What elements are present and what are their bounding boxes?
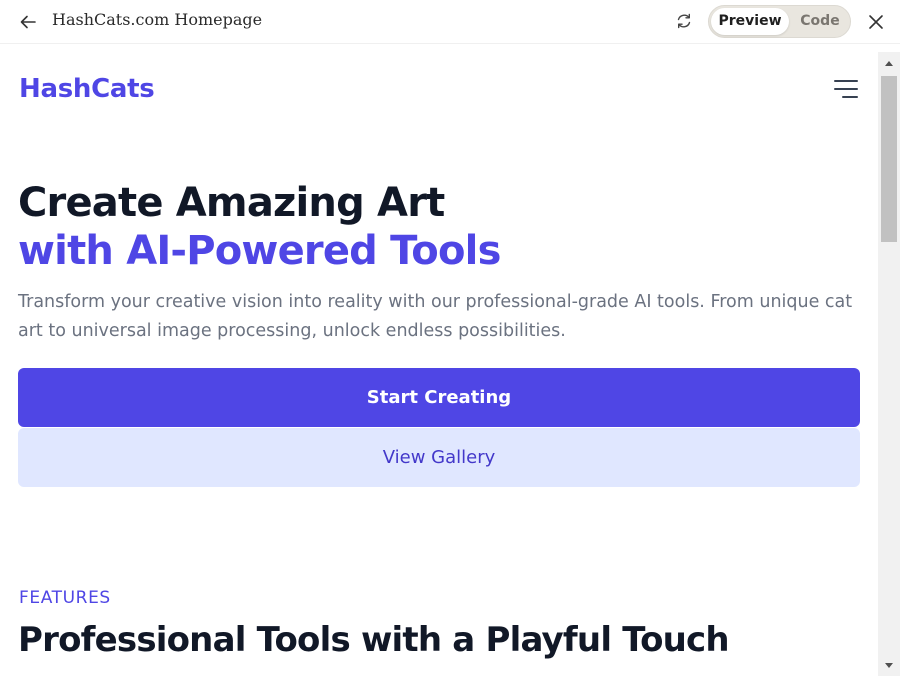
start-creating-button[interactable]: Start Creating xyxy=(18,368,860,427)
hero-description: Transform your creative vision into real… xyxy=(18,292,853,341)
scrollbar-thumb[interactable] xyxy=(881,76,897,242)
window-title: HashCats.com Homepage xyxy=(52,10,263,29)
features-title: Professional Tools with a Playful Touch xyxy=(18,620,730,660)
vertical-scrollbar[interactable] xyxy=(878,52,900,676)
arrow-left-icon[interactable] xyxy=(18,12,38,32)
scroll-down-arrow-icon[interactable] xyxy=(878,654,900,676)
preview-tab[interactable]: Preview xyxy=(711,8,789,35)
close-icon[interactable] xyxy=(866,12,886,32)
code-tab[interactable]: Code xyxy=(791,8,849,35)
features-eyebrow: FEATURES xyxy=(19,588,111,608)
view-gallery-button[interactable]: View Gallery xyxy=(18,428,860,487)
site-logo[interactable]: HashCats xyxy=(19,74,155,104)
page-preview: HashCats Create Amazing Art with AI-Powe… xyxy=(0,44,878,682)
hero-headline: Create Amazing Art xyxy=(18,180,445,226)
hero-headline-accent: with AI-Powered Tools xyxy=(18,228,501,274)
refresh-icon[interactable] xyxy=(674,11,694,31)
hamburger-menu-icon[interactable] xyxy=(833,78,859,100)
preview-toolbar: HashCats.com Homepage Preview Code xyxy=(0,0,900,44)
preview-code-toggle: Preview Code xyxy=(708,5,851,38)
scroll-up-arrow-icon[interactable] xyxy=(878,52,900,74)
